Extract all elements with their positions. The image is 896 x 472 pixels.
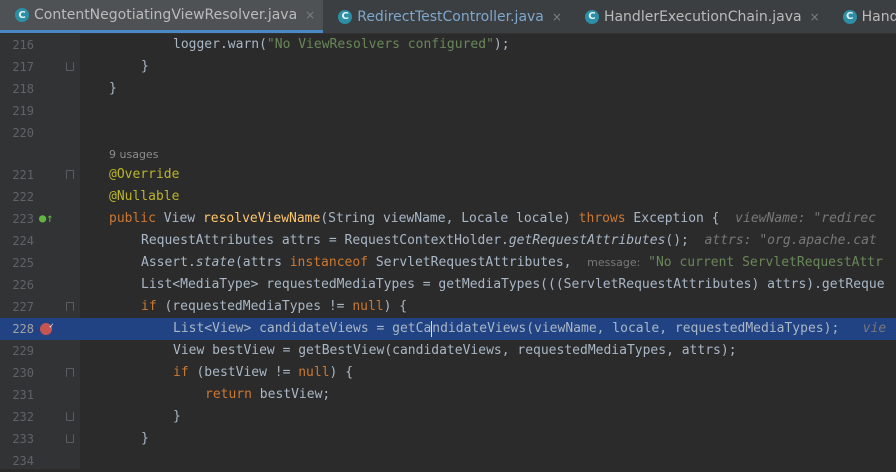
tab-label: RedirectTestController.java xyxy=(357,8,544,25)
fold-end-icon[interactable] xyxy=(66,434,74,443)
line-number: 218 xyxy=(12,82,34,96)
code-line[interactable]: 218 } xyxy=(0,78,896,100)
code-line[interactable]: 224 RequestAttributes attrs = RequestCon… xyxy=(0,230,896,252)
code-text: if (requestedMediaTypes != null) { xyxy=(141,299,408,314)
code-line[interactable]: 229 View bestView = getBestView(candidat… xyxy=(0,340,896,362)
code-line[interactable]: 216 logger.warn("No ViewResolvers config… xyxy=(0,34,896,56)
code-text: } xyxy=(173,409,181,424)
breakpoint-check-icon: ✓ xyxy=(49,321,54,330)
code-line[interactable]: 230 if (bestView != null) { xyxy=(0,362,896,384)
close-icon[interactable]: × xyxy=(305,8,315,22)
code-line[interactable]: 233 } xyxy=(0,428,896,450)
line-number: 228 xyxy=(12,322,34,336)
line-number: 220 xyxy=(12,126,34,140)
code-line[interactable]: 225 Assert.state(attrs instanceof Servle… xyxy=(0,252,896,274)
code-text: } xyxy=(141,59,149,74)
fold-start-icon[interactable] xyxy=(66,302,74,311)
line-number: 231 xyxy=(12,388,34,402)
code-line[interactable]: 232 } xyxy=(0,406,896,428)
line-number: 232 xyxy=(12,410,34,424)
line-number: 233 xyxy=(12,432,34,446)
code-line[interactable]: 217 } xyxy=(0,56,896,78)
fold-start-icon[interactable] xyxy=(66,170,74,179)
annotation-nullable: @Nullable xyxy=(109,189,180,204)
code-text: return bestView; xyxy=(205,387,331,402)
close-icon[interactable]: × xyxy=(552,10,562,24)
line-number: 217 xyxy=(12,60,34,74)
code-text: Assert.state(attrs instanceof ServletReq… xyxy=(141,255,883,270)
java-class-icon: C xyxy=(15,8,29,22)
code-text: } xyxy=(141,431,149,446)
code-editor[interactable]: 216 logger.warn("No ViewResolvers config… xyxy=(0,34,896,469)
fold-end-icon[interactable] xyxy=(66,62,74,71)
code-text: List<MediaType> requestedMediaTypes = ge… xyxy=(141,277,885,292)
line-number: 229 xyxy=(12,344,34,358)
code-text: List<View> candidateViews = getCandidate… xyxy=(173,320,887,337)
code-line[interactable]: 226 List<MediaType> requestedMediaTypes … xyxy=(0,274,896,296)
code-text: } xyxy=(109,81,117,96)
line-number: 222 xyxy=(12,190,34,204)
code-text: View bestView = getBestView(candidateVie… xyxy=(173,343,737,358)
current-execution-line[interactable]: 228 ✓ List<View> candidateViews = getCan… xyxy=(0,318,896,340)
code-text: if (bestView != null) { xyxy=(173,365,354,380)
tab-handler-execution-chain[interactable]: C HandlerExecutionChain.java × xyxy=(570,0,828,33)
parameter-hint: message: xyxy=(587,256,641,269)
fold-start-icon[interactable] xyxy=(66,368,74,377)
inline-debug-value: viewName: "redirec xyxy=(735,211,877,226)
usages-hint[interactable]: 9 usages xyxy=(109,144,158,166)
line-number: 223 xyxy=(12,212,34,226)
override-method-icon[interactable]: ●↑ xyxy=(39,211,53,225)
code-line[interactable]: 220 xyxy=(0,122,896,144)
code-line[interactable]: 219 xyxy=(0,100,896,122)
line-number: 224 xyxy=(12,234,34,248)
java-class-icon: C xyxy=(338,9,353,24)
inline-debug-value: attrs: "org.apache.cat xyxy=(704,233,877,248)
code-line[interactable]: 221 @Override xyxy=(0,164,896,186)
tab-handler-mapping[interactable]: C HandlerM xyxy=(828,0,896,33)
code-line[interactable]: 231 return bestView; xyxy=(0,384,896,406)
fold-end-icon[interactable] xyxy=(66,412,74,421)
code-text: public View resolveViewName(String viewN… xyxy=(109,211,877,226)
line-number: 216 xyxy=(12,38,34,52)
code-text: logger.warn("No ViewResolvers configured… xyxy=(173,37,510,52)
tab-label: HandlerM xyxy=(861,8,896,25)
close-icon[interactable]: × xyxy=(810,10,820,24)
tab-label: ContentNegotiatingViewResolver.java xyxy=(34,7,298,23)
code-line[interactable]: 223 ●↑ public View resolveViewName(Strin… xyxy=(0,208,896,230)
code-line[interactable]: 222 @Nullable xyxy=(0,186,896,208)
annotation-override: @Override xyxy=(109,167,180,182)
code-line[interactable]: 227 if (requestedMediaTypes != null) { xyxy=(0,296,896,318)
java-class-icon: C xyxy=(584,9,599,24)
line-number: 226 xyxy=(12,278,34,292)
line-number: 230 xyxy=(12,366,34,380)
tab-label: HandlerExecutionChain.java xyxy=(603,8,802,25)
line-number: 227 xyxy=(12,300,34,314)
line-number: 221 xyxy=(12,168,34,182)
tab-redirect-test-controller[interactable]: C RedirectTestController.java × xyxy=(323,0,570,33)
line-number: 225 xyxy=(12,256,34,270)
tab-content-negotiating-view-resolver[interactable]: C ContentNegotiatingViewResolver.java × xyxy=(0,0,324,33)
java-class-icon: C xyxy=(842,9,857,24)
editor-tab-bar: C ContentNegotiatingViewResolver.java × … xyxy=(0,0,896,34)
inline-debug-value: vie xyxy=(862,321,887,336)
line-number: 219 xyxy=(12,104,34,118)
code-text: RequestAttributes attrs = RequestContext… xyxy=(141,233,877,248)
